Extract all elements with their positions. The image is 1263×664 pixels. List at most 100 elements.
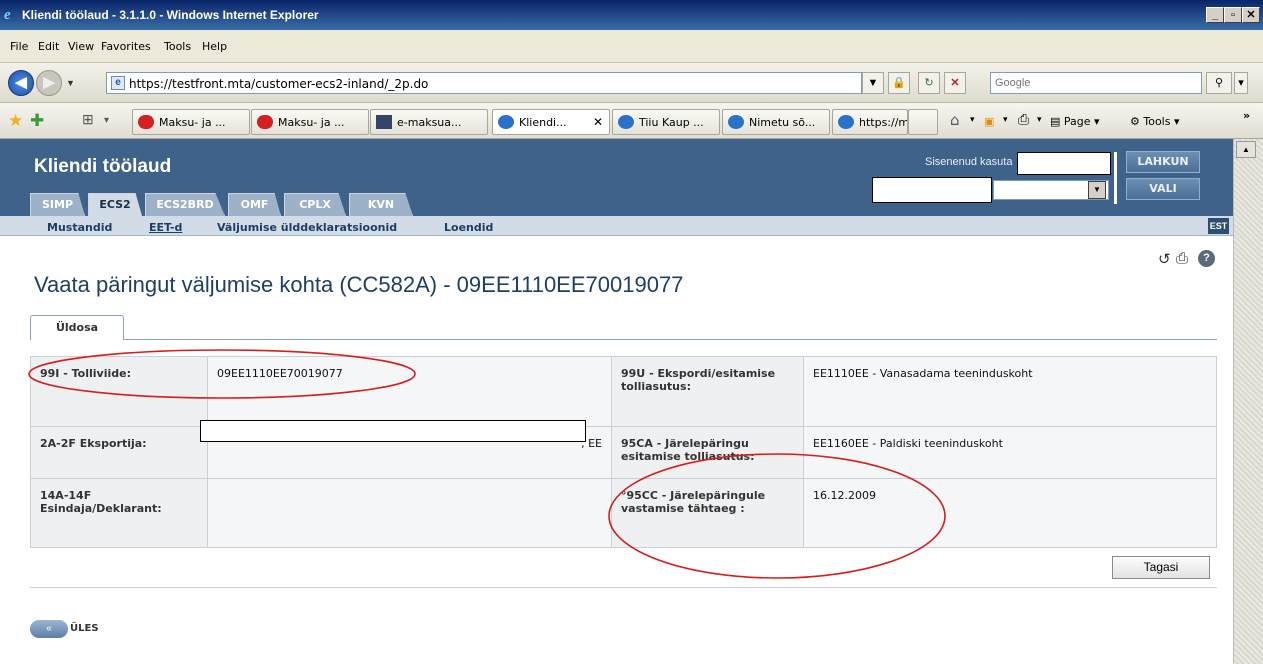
search-input[interactable]: Google bbox=[990, 72, 1202, 94]
home-icon[interactable]: ⌂ bbox=[950, 111, 960, 129]
home-dropdown-icon: ▾ bbox=[970, 115, 975, 125]
menu-tools[interactable]: Tools bbox=[164, 40, 191, 53]
tab-divider bbox=[124, 339, 1217, 340]
menu-bar: File Edit View Favorites Tools Help bbox=[0, 30, 1263, 63]
menu-help[interactable]: Help bbox=[202, 40, 227, 53]
tab-favicon-icon bbox=[728, 115, 744, 129]
redacted-exporter bbox=[200, 420, 586, 442]
reload-icon[interactable]: ↺ bbox=[1158, 250, 1171, 268]
browser-tab-active[interactable]: Kliendi... ✕ bbox=[492, 109, 610, 135]
menu-favorites[interactable]: Favorites bbox=[101, 40, 151, 53]
tab-ecs2[interactable]: ECS2 bbox=[88, 193, 142, 216]
tab-kvn[interactable]: KVN bbox=[349, 193, 413, 216]
browser-tab[interactable]: https://m... bbox=[832, 109, 908, 135]
field-value: EE1110EE - Vanasadama teeninduskoht bbox=[803, 356, 1217, 427]
vertical-scrollbar[interactable] bbox=[1233, 139, 1263, 664]
subnav-loendid[interactable]: Loendid bbox=[444, 221, 493, 234]
forward-button[interactable]: ▶ bbox=[36, 70, 62, 96]
app-title: Kliendi töölaud bbox=[34, 156, 172, 177]
back-button-tagasi[interactable]: Tagasi bbox=[1112, 556, 1210, 579]
tab-favicon-icon bbox=[838, 115, 854, 129]
feeds-dropdown-icon: ▾ bbox=[1003, 115, 1008, 125]
url-input[interactable]: e https://testfront.mta/customer-ecs2-in… bbox=[106, 72, 862, 94]
tab-list-icon[interactable]: ▾ bbox=[104, 115, 109, 126]
print-icon[interactable]: ⎙ bbox=[1018, 112, 1029, 128]
print-page-icon[interactable]: ⎙ bbox=[1176, 250, 1188, 267]
tab-uldosa[interactable]: Üldosa bbox=[30, 315, 124, 340]
tab-favicon-icon bbox=[376, 115, 392, 129]
subnav-mustandid[interactable]: Mustandid bbox=[47, 221, 112, 234]
menu-view[interactable]: View bbox=[68, 40, 94, 53]
field-label: 2A-2F Eksportija: bbox=[30, 426, 208, 479]
header-divider bbox=[1114, 152, 1117, 204]
window-title: Kliendi töölaud - 3.1.1.0 - Windows Inte… bbox=[22, 8, 319, 22]
lock-icon[interactable]: 🔒 bbox=[888, 72, 910, 94]
scroll-up-icon[interactable]: ▲ bbox=[1236, 141, 1256, 158]
address-bar: ◀ ▶ ▼ e https://testfront.mta/customer-e… bbox=[0, 63, 1263, 103]
close-window-button[interactable]: ✕ bbox=[1242, 7, 1260, 23]
field-value: 09EE1110EE70019077 bbox=[207, 356, 612, 427]
help-icon[interactable]: ? bbox=[1198, 250, 1215, 267]
tab-cplx[interactable]: CPLX bbox=[284, 193, 346, 216]
minimize-button[interactable]: _ bbox=[1206, 7, 1224, 23]
subnav-eet-d[interactable]: EET-d bbox=[149, 221, 182, 234]
scroll-top-label[interactable]: ÜLES bbox=[70, 623, 99, 634]
menu-edit[interactable]: Edit bbox=[38, 40, 59, 53]
back-button[interactable]: ◀ bbox=[8, 70, 34, 96]
refresh-icon[interactable]: ↻ bbox=[918, 72, 940, 94]
tab-ecs2brd[interactable]: ECS2BRD bbox=[145, 193, 225, 216]
more-commands-icon[interactable]: » bbox=[1243, 109, 1250, 122]
browser-tab[interactable]: Tiiu Kaup ... bbox=[612, 109, 720, 135]
language-badge[interactable]: EST bbox=[1208, 218, 1229, 234]
field-label: °95CC - Järelepäringule vastamise tähtae… bbox=[611, 478, 804, 548]
page-icon: e bbox=[111, 76, 125, 90]
signed-in-label: Sisenenud kasuta bbox=[925, 156, 1013, 168]
close-tab-icon[interactable]: ✕ bbox=[593, 115, 603, 129]
new-tab-button[interactable] bbox=[908, 109, 938, 135]
redacted-customer-select[interactable] bbox=[872, 177, 992, 203]
history-dropdown-icon[interactable]: ▼ bbox=[66, 78, 75, 88]
maximize-button[interactable]: ▫ bbox=[1224, 7, 1242, 23]
url-dropdown-button[interactable]: ▼ bbox=[862, 72, 884, 94]
tools-menu[interactable]: ⚙ Tools ▾ bbox=[1130, 115, 1180, 128]
redacted-username bbox=[1017, 152, 1111, 175]
tab-omf[interactable]: OMF bbox=[228, 193, 281, 216]
tab-simp[interactable]: SIMP bbox=[30, 193, 85, 216]
add-favorite-icon[interactable]: ✚ bbox=[30, 111, 44, 131]
feeds-icon[interactable]: ▣ bbox=[984, 115, 994, 128]
search-icon[interactable]: ⚲ bbox=[1206, 72, 1232, 94]
page-menu[interactable]: ▤ Page ▾ bbox=[1050, 115, 1100, 128]
window-titlebar: e Kliendi töölaud - 3.1.1.0 - Windows In… bbox=[0, 0, 1263, 30]
scroll-top-icon[interactable]: « bbox=[30, 620, 68, 638]
field-label: 14A-14F Esindaja/Deklarant: bbox=[30, 478, 208, 548]
sub-navigation bbox=[0, 216, 1233, 236]
ie-logo-icon: e bbox=[4, 7, 11, 23]
quick-tabs-icon[interactable]: ⊞ bbox=[82, 111, 94, 128]
menu-file[interactable]: File bbox=[10, 40, 28, 53]
tab-favicon-icon bbox=[138, 115, 154, 129]
browser-tab[interactable]: Maksu- ja ... bbox=[251, 109, 369, 135]
browser-tab[interactable]: e-maksua... bbox=[370, 109, 488, 135]
logout-button[interactable]: LAHKUN bbox=[1126, 151, 1200, 173]
field-value: EE1160EE - Paldiski teeninduskoht bbox=[803, 426, 1217, 479]
browser-tab[interactable]: Nimetu sõ... bbox=[722, 109, 830, 135]
favorites-star-icon[interactable]: ★ bbox=[8, 111, 23, 131]
page-title: Vaata päringut väljumise kohta (CC582A) … bbox=[34, 272, 684, 297]
browser-tab[interactable]: Maksu- ja ... bbox=[132, 109, 250, 135]
table-row: 14A-14F Esindaja/Deklarant: °95CC - Järe… bbox=[30, 478, 1217, 548]
subnav-valjumise-ulddeklaratsioonid[interactable]: Väljumise ülddeklaratsioonid bbox=[217, 221, 397, 234]
field-label: 99I - Tolliviide: bbox=[30, 356, 208, 427]
field-label: 95CA - Järelepäringu esitamise tolliasut… bbox=[611, 426, 804, 479]
tab-favicon-icon bbox=[257, 115, 273, 129]
search-options-icon[interactable]: ▾ bbox=[1234, 72, 1248, 94]
select-dropdown-icon[interactable]: ▼ bbox=[1088, 181, 1106, 199]
select-button[interactable]: VALI bbox=[1126, 178, 1200, 200]
table-row: 99I - Tolliviide: 09EE1110EE70019077 99U… bbox=[30, 356, 1217, 427]
stop-icon[interactable]: ✕ bbox=[944, 72, 966, 94]
tab-favicon-icon bbox=[498, 115, 514, 129]
details-grid: 99I - Tolliviide: 09EE1110EE70019077 99U… bbox=[30, 356, 1217, 548]
tab-favicon-icon bbox=[618, 115, 634, 129]
field-value bbox=[207, 478, 612, 548]
browser-tab-bar: ★ ✚ ⊞ ▾ Maksu- ja ... Maksu- ja ... e-ma… bbox=[0, 103, 1263, 139]
print-dropdown-icon: ▾ bbox=[1037, 115, 1042, 125]
